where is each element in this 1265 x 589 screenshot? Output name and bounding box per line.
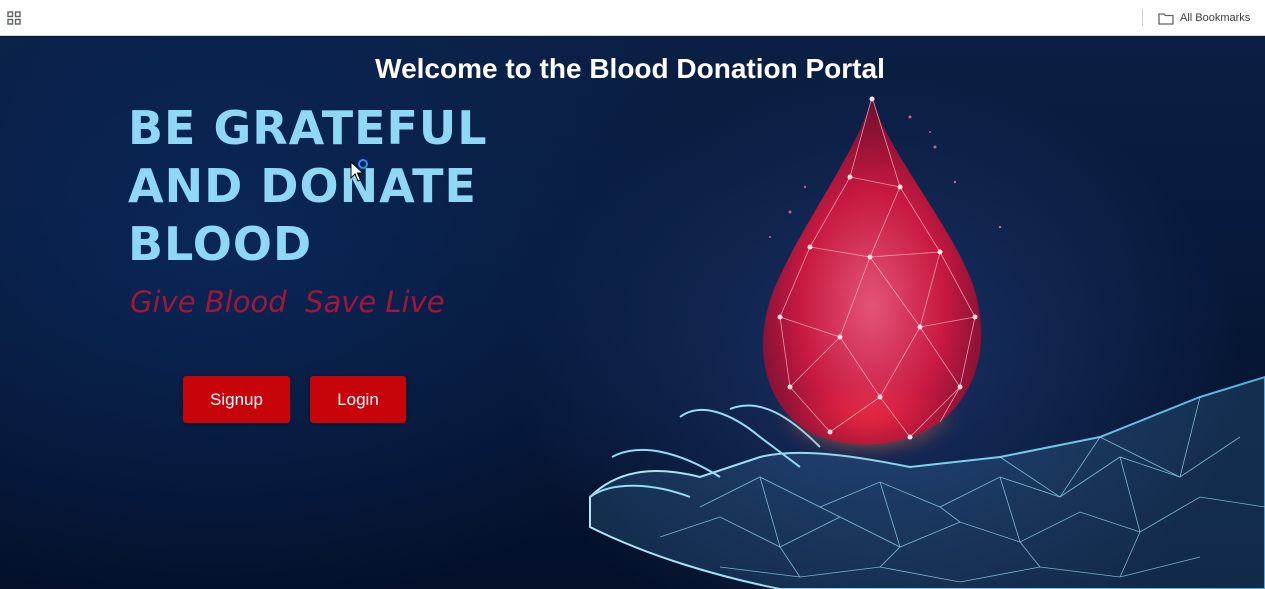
all-bookmarks-label: All Bookmarks: [1180, 12, 1251, 24]
blood-drop-shape: [762, 96, 1002, 445]
headline: BE GRATEFUL AND DONATE BLOOD: [128, 99, 488, 273]
bookmarks-bar: All Bookmarks: [0, 0, 1265, 36]
folder-icon: [1158, 12, 1174, 25]
headline-line-1: BE GRATEFUL: [128, 101, 488, 155]
apps-grid-icon[interactable]: [7, 11, 21, 25]
hero-section: Welcome to the Blood Donation Portal BE …: [0, 37, 1265, 589]
mouse-cursor-icon: [350, 159, 368, 182]
headline-line-3: BLOOD: [128, 217, 313, 271]
tagline: Give Blood Save Live: [130, 285, 445, 319]
signup-button[interactable]: Signup: [183, 376, 290, 423]
login-button[interactable]: Login: [310, 376, 406, 423]
all-bookmarks-button[interactable]: All Bookmarks: [1158, 8, 1250, 28]
headline-line-2: AND DONATE: [128, 159, 477, 213]
page-title: Welcome to the Blood Donation Portal: [375, 53, 885, 84]
bookmarks-divider: [1142, 9, 1143, 26]
